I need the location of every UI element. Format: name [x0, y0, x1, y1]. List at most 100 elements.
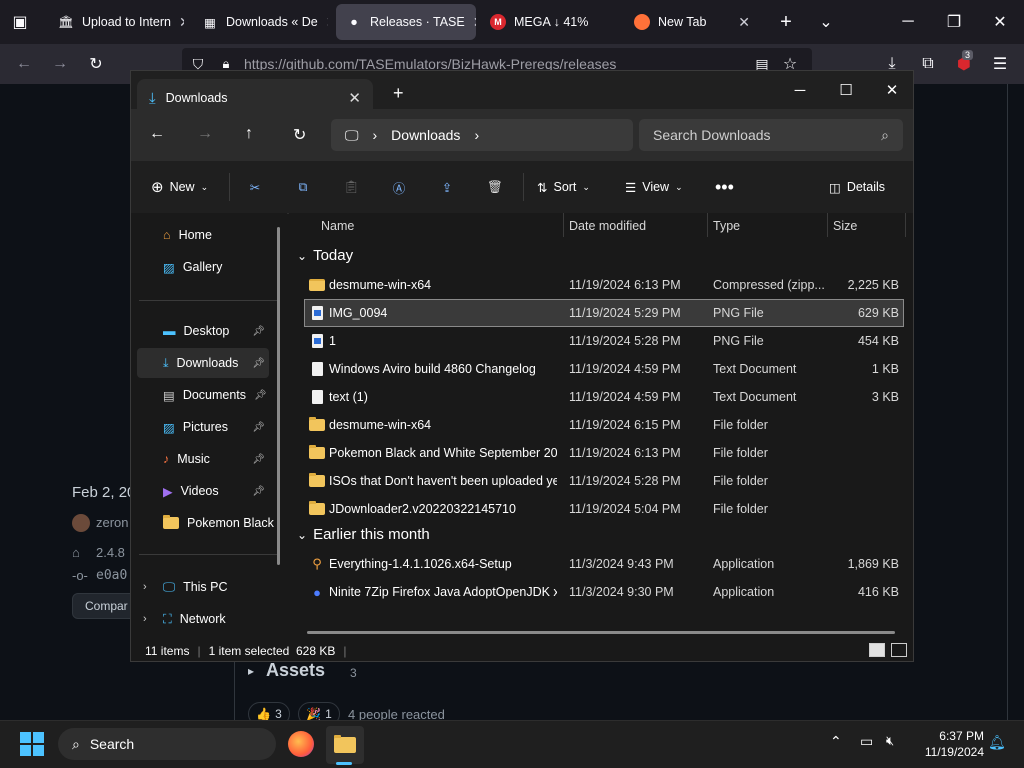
tab-overview-icon[interactable]: ▣: [8, 10, 32, 34]
details-pane-button[interactable]: ◫ Details: [829, 171, 885, 203]
show-hidden-icons-chevron[interactable]: ⌃: [830, 733, 842, 750]
breadcrumb-downloads[interactable]: Downloads: [391, 127, 460, 143]
pin-icon[interactable]: 📌︎: [252, 422, 265, 433]
tab-downloads-desmume[interactable]: ▦ Downloads « De ✕: [192, 4, 328, 40]
file-row[interactable]: 1 11/19/2024 5:28 PM PNG File 454 KB: [305, 328, 903, 354]
nav-pokemon-black[interactable]: Pokemon Black: [137, 508, 281, 538]
pin-icon[interactable]: 📌︎: [252, 486, 265, 497]
close-tab-icon[interactable]: ✕: [179, 14, 184, 31]
new-tab-plus-icon[interactable]: +: [774, 10, 798, 34]
minimize-icon[interactable]: ─: [896, 10, 920, 34]
group-header-today[interactable]: ⌄ Today: [297, 247, 353, 264]
pin-icon[interactable]: 📌︎: [254, 390, 267, 401]
pin-icon[interactable]: 📌︎: [252, 326, 265, 337]
release-commit[interactable]: e0a0: [96, 568, 127, 583]
volume-muted-icon[interactable]: 🔇︎: [886, 733, 894, 749]
nav-network[interactable]: › ⛶ Network: [137, 604, 269, 634]
chevron-right-icon[interactable]: ›: [143, 581, 147, 593]
notification-bell-icon[interactable]: 🔔︎: [988, 734, 1006, 751]
release-tag[interactable]: 2.4.8: [96, 545, 125, 560]
more-options-icon[interactable]: •••: [715, 171, 734, 203]
restore-icon[interactable]: ❐: [942, 10, 966, 34]
firefox-taskbar-icon[interactable]: [288, 731, 314, 757]
paste-icon[interactable]: 📋︎: [335, 171, 367, 203]
sort-button[interactable]: ⇅ Sort ⌄: [537, 171, 590, 203]
nav-pictures[interactable]: ▨ Pictures 📌︎: [137, 412, 269, 442]
file-row[interactable]: ISOs that Don't haven't been uploaded ye…: [305, 468, 903, 494]
nav-scrollbar[interactable]: [277, 227, 280, 565]
close-tab-icon[interactable]: ✕: [738, 14, 750, 31]
close-tab-icon[interactable]: ✕: [348, 89, 361, 107]
nav-home[interactable]: ⌂ Home: [137, 220, 269, 250]
cut-icon[interactable]: ✂: [239, 171, 271, 203]
close-tab-icon[interactable]: ✕: [473, 14, 476, 31]
pin-icon[interactable]: 📌︎: [252, 454, 265, 465]
network-status-icon[interactable]: ▭: [860, 733, 873, 750]
refresh-icon[interactable]: ↻: [293, 125, 306, 145]
column-header-name[interactable]: Name: [321, 219, 354, 233]
nav-gallery[interactable]: ▨ Gallery: [137, 252, 269, 282]
taskbar-clock[interactable]: 6:37 PM 11/19/2024: [925, 728, 984, 760]
copy-icon[interactable]: ⧉: [287, 171, 319, 203]
assets-heading[interactable]: Assets: [266, 660, 325, 681]
tab-new-tab[interactable]: New Tab ✕: [624, 4, 760, 40]
column-header-type[interactable]: Type: [713, 219, 740, 233]
delete-trash-icon[interactable]: 🗑︎: [479, 171, 511, 203]
view-button[interactable]: ☰ View ⌄: [625, 171, 683, 203]
minimize-icon[interactable]: ─: [777, 75, 823, 105]
tab-upload-internet-archive[interactable]: 🏛 Upload to Intern ✕: [48, 4, 184, 40]
address-bar[interactable]: 🖵 › Downloads ›: [331, 119, 633, 151]
file-row[interactable]: Windows Aviro build 4860 Changelog 11/19/…: [305, 356, 903, 382]
file-row[interactable]: JDownloader2.v20220322145710 11/19/2024 5…: [305, 496, 903, 522]
column-divider[interactable]: [563, 213, 564, 237]
extensions-icon[interactable]: ⧉: [916, 52, 940, 76]
tab-mega[interactable]: M MEGA ↓ 41%: [480, 4, 616, 40]
taskbar-search[interactable]: ⌕ Search: [58, 728, 276, 760]
column-header-date[interactable]: Date modified: [569, 219, 646, 233]
group-header-earlier[interactable]: ⌄ Earlier this month: [297, 526, 430, 543]
search-input[interactable]: Search Downloads ⌕: [639, 119, 903, 151]
pin-icon[interactable]: 📌︎: [252, 358, 265, 369]
column-divider[interactable]: [827, 213, 828, 237]
up-arrow-icon[interactable]: ↑: [245, 125, 253, 143]
nav-desktop[interactable]: ▬ Desktop 📌︎: [137, 316, 269, 346]
forward-arrow-icon[interactable]: →: [197, 125, 213, 143]
horizontal-scrollbar[interactable]: [307, 631, 895, 634]
new-button[interactable]: ⊕ New ⌄: [151, 171, 208, 203]
forward-arrow-icon[interactable]: →: [48, 52, 72, 76]
close-window-icon[interactable]: ✕: [869, 75, 913, 105]
menu-hamburger-icon[interactable]: ☰: [988, 52, 1012, 76]
start-windows-icon[interactable]: [20, 732, 44, 756]
author-avatar[interactable]: [72, 514, 90, 532]
back-arrow-icon[interactable]: ←: [12, 52, 36, 76]
share-icon[interactable]: ⇪: [431, 171, 463, 203]
file-row[interactable]: ⚲ Everything-1.4.1.1026.x64-Setup 11/3/202…: [305, 551, 903, 577]
column-header-size[interactable]: Size: [833, 219, 857, 233]
file-row[interactable]: desmume-win-x64 11/19/2024 6:13 PM Compres…: [305, 272, 903, 298]
file-row[interactable]: text (1) 11/19/2024 4:59 PM Text Document 3…: [305, 384, 903, 410]
nav-this-pc[interactable]: › 🖵 This PC: [137, 572, 269, 602]
reload-icon[interactable]: ↻: [84, 52, 108, 76]
close-window-icon[interactable]: ✕: [988, 10, 1012, 34]
nav-videos[interactable]: ▶ Videos 📌︎: [137, 476, 269, 506]
close-tab-icon[interactable]: ✕: [326, 14, 328, 31]
details-view-icon[interactable]: [869, 643, 885, 657]
chevron-right-icon[interactable]: ›: [143, 613, 147, 625]
rename-icon[interactable]: Ⓐ: [383, 171, 415, 203]
nav-downloads[interactable]: ⤓ Downloads 📌︎: [137, 348, 269, 378]
column-divider[interactable]: [905, 213, 906, 237]
tiles-view-icon[interactable]: [891, 643, 907, 657]
file-explorer-taskbar-icon[interactable]: [326, 726, 364, 764]
column-divider[interactable]: [707, 213, 708, 237]
maximize-icon[interactable]: ☐: [823, 75, 869, 105]
file-row[interactable]: desmume-win-x64 11/19/2024 6:15 PM File fo…: [305, 412, 903, 438]
file-row[interactable]: ● Ninite 7Zip Firefox Java AdoptOpenJDK x…: [305, 579, 903, 605]
file-row[interactable]: Pokemon Black and White September 20... 1…: [305, 440, 903, 466]
nav-music[interactable]: ♪ Music 📌︎: [137, 444, 269, 474]
tab-releases-tasemulators[interactable]: ● Releases · TASE ✕: [336, 4, 476, 40]
back-arrow-icon[interactable]: ←: [149, 125, 165, 143]
assets-toggle-icon[interactable]: ▸: [248, 664, 254, 678]
nav-documents[interactable]: ▤ Documents 📌︎: [137, 380, 269, 410]
new-tab-plus-icon[interactable]: +: [393, 83, 404, 104]
release-author[interactable]: zeron: [96, 515, 129, 530]
